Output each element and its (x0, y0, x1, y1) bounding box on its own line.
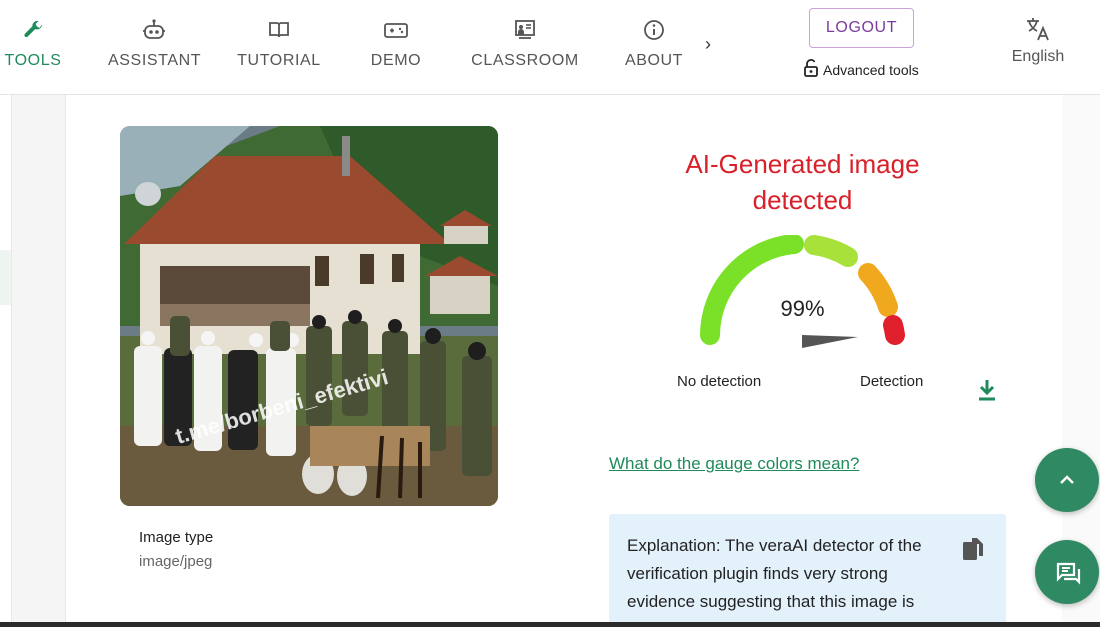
nav-assistant[interactable]: ASSISTANT (108, 18, 202, 70)
gamepad-icon (370, 18, 422, 44)
chevron-up-icon (1060, 475, 1074, 484)
language-selector[interactable]: English (1005, 16, 1071, 66)
nav-about[interactable]: ABOUT (624, 18, 684, 70)
gauge-label-detection: Detection (860, 373, 924, 390)
gauge-segment-max (883, 315, 905, 345)
left-sidebar-rail (0, 95, 12, 627)
nav-more-chevron-icon[interactable]: › (705, 34, 711, 55)
logout-button[interactable]: LOGOUT (809, 8, 914, 48)
nav-tutorial-label: TUTORIAL (237, 52, 321, 69)
wrench-icon (4, 18, 62, 44)
advanced-tools-link[interactable]: Advanced tools (803, 59, 919, 80)
advanced-tools-label: Advanced tools (823, 61, 919, 78)
translate-icon (1005, 16, 1071, 42)
explanation-text: Explanation: The veraAI detector of the … (627, 536, 922, 627)
window-bottom-edge (0, 622, 1100, 627)
language-label: English (1011, 48, 1065, 65)
nav-tools[interactable]: TOOLS (4, 18, 62, 70)
scroll-top-button[interactable] (1035, 448, 1099, 512)
info-icon (624, 18, 684, 44)
image-type-value: image/jpeg (139, 553, 213, 570)
nav-classroom-label: CLASSROOM (471, 52, 579, 69)
classroom-icon (471, 18, 579, 44)
copy-icon[interactable] (961, 536, 985, 567)
gauge-percentage: 99% (780, 296, 825, 321)
book-icon (237, 18, 321, 44)
nav-about-label: ABOUT (624, 52, 684, 69)
detection-result-title: AI-Generated image detected (685, 149, 920, 215)
download-icon[interactable] (976, 378, 998, 407)
nav-tools-label: TOOLS (4, 52, 62, 69)
robot-icon (108, 18, 200, 44)
explanation-box: Explanation: The veraAI detector of the … (609, 514, 1006, 627)
left-rail-highlight (0, 250, 11, 305)
lock-open-icon (803, 59, 819, 80)
gauge-label-no-detection: No detection (677, 373, 762, 390)
chat-icon (1056, 562, 1081, 585)
nav-demo[interactable]: DEMO (370, 18, 422, 70)
analyzed-image: t.me/borbeni_efektivi (120, 126, 498, 506)
top-nav-bar: TOOLS ASSISTANT TUTORIAL DEMO CLASSROOM … (0, 0, 1100, 95)
chat-button[interactable] (1035, 540, 1099, 604)
nav-tutorial[interactable]: TUTORIAL (237, 18, 321, 70)
gauge-segment-medium (804, 235, 858, 267)
nav-classroom[interactable]: CLASSROOM (471, 18, 579, 70)
nav-assistant-label: ASSISTANT (108, 52, 202, 69)
gauge-segment-high (858, 263, 898, 317)
nav-demo-label: DEMO (370, 52, 422, 69)
gauge-colors-help-link[interactable]: What do the gauge colors mean? (609, 454, 859, 474)
gauge-needle (802, 335, 858, 348)
image-type-label: Image type (139, 529, 214, 546)
